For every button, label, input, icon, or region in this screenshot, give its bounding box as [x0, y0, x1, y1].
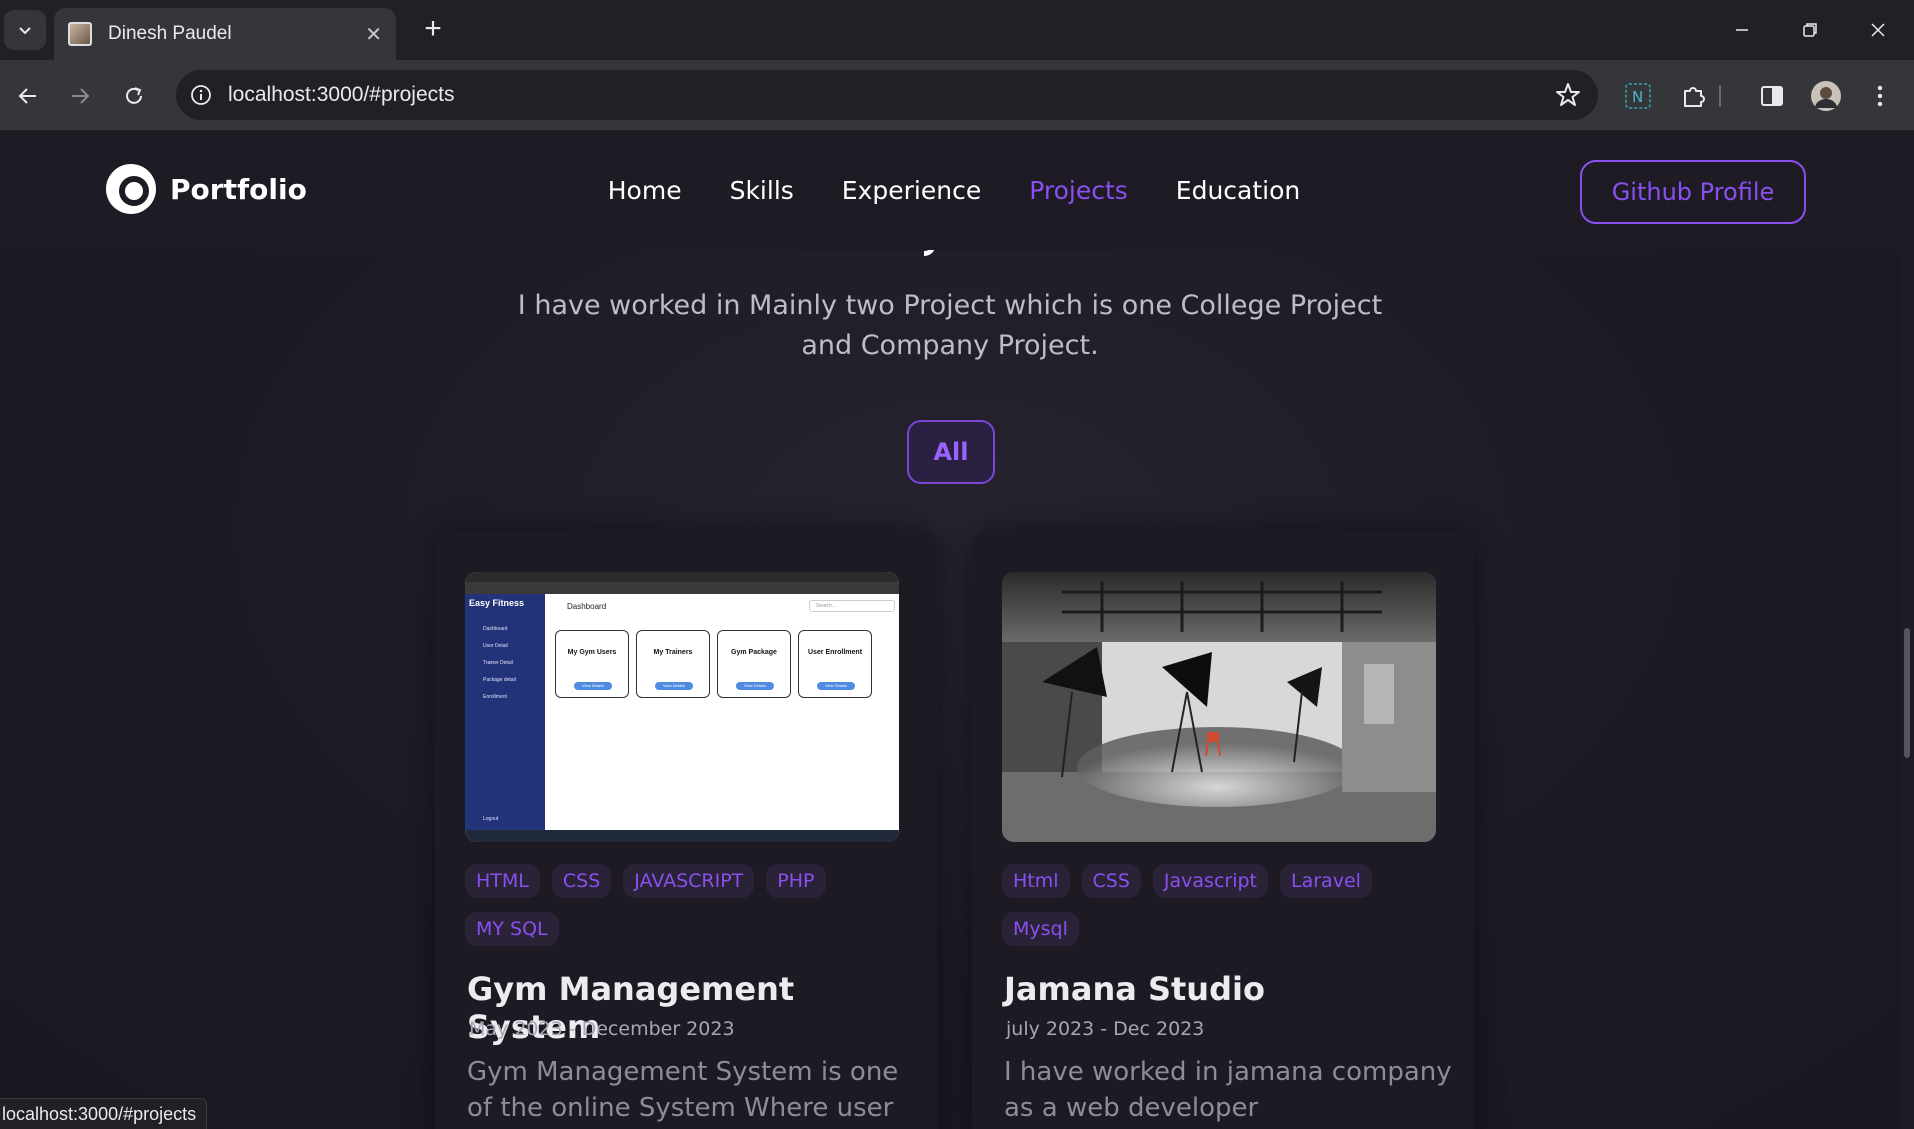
extensions-puzzle-icon[interactable]: [1676, 78, 1712, 114]
reload-icon: [126, 87, 142, 104]
mini-menu-item: User Detail: [483, 643, 508, 649]
browser-tab-active[interactable]: Dinesh Paudel ✕: [54, 8, 396, 60]
tech-tag: PHP: [766, 864, 826, 898]
project-description: Gym Management System is one of the onli…: [467, 1057, 899, 1123]
address-bar[interactable]: localhost:3000/#projects: [176, 70, 1598, 120]
project-card-gym[interactable]: Easy Fitness Dashboard User Detail Train…: [435, 530, 937, 1129]
minimize-button[interactable]: [1722, 12, 1762, 48]
tech-tag: CSS: [551, 864, 612, 898]
site-navbar: Portfolio Home Skills Experience Project…: [0, 130, 1900, 250]
bookmark-star-icon[interactable]: [1554, 81, 1582, 109]
tab-favicon-icon: [68, 22, 92, 46]
tab-close-icon[interactable]: ✕: [365, 22, 382, 46]
nav-link-home[interactable]: Home: [608, 176, 682, 205]
extension-n-icon[interactable]: N: [1620, 78, 1656, 114]
mini-menu-item: Enrollment: [483, 694, 507, 700]
address-url[interactable]: localhost:3000/#projects: [228, 83, 454, 107]
tech-tag: JAVASCRIPT: [623, 864, 755, 898]
mini-stat-box: My Trainers View Details: [636, 630, 710, 698]
side-panel-icon[interactable]: [1754, 78, 1790, 114]
browser-tab-strip: Dinesh Paudel ✕ +: [0, 0, 1914, 60]
mini-search: Search...: [809, 600, 895, 612]
project-date: May 2023 - December 2023: [469, 1018, 735, 1040]
mini-menu-item: Package detail: [483, 677, 516, 683]
tag-list: Html CSS Javascript Laravel Mysql: [1002, 864, 1442, 946]
mini-stat-box: User Enrollment View Details: [798, 630, 872, 698]
restore-icon: [1803, 23, 1817, 37]
arrow-right-icon: [72, 88, 90, 104]
page-scrollbar[interactable]: [1900, 130, 1914, 1129]
reload-button[interactable]: [114, 76, 154, 116]
mini-dashboard-title: Dashboard: [567, 602, 607, 611]
project-screenshot-gym: Easy Fitness Dashboard User Detail Train…: [465, 572, 899, 842]
arrow-left-icon: [18, 88, 36, 104]
restore-button[interactable]: [1790, 12, 1830, 48]
tag-list: HTML CSS JAVASCRIPT PHP MY SQL: [465, 864, 905, 946]
link-status-tooltip: localhost:3000/#projects: [0, 1098, 208, 1129]
github-profile-button[interactable]: Github Profile: [1580, 160, 1806, 224]
tech-tag: Javascript: [1152, 864, 1269, 898]
close-icon: [1871, 23, 1885, 37]
close-window-button[interactable]: [1858, 12, 1898, 48]
nav-link-skills[interactable]: Skills: [730, 176, 794, 205]
browser-toolbar: localhost:3000/#projects N: [0, 60, 1914, 130]
scrollbar-thumb[interactable]: [1904, 628, 1910, 758]
tab-title: Dinesh Paudel: [108, 23, 232, 44]
minimize-icon: [1736, 29, 1748, 31]
project-date: july 2023 - Dec 2023: [1006, 1018, 1205, 1040]
browser-menu-icon[interactable]: [1862, 78, 1898, 114]
mini-brand: Easy Fitness: [469, 598, 525, 608]
mini-stat-box: My Gym Users View Details: [555, 630, 629, 698]
tech-tag: Mysql: [1002, 912, 1079, 946]
nav-link-projects[interactable]: Projects: [1029, 176, 1128, 205]
mini-menu-item: Trainer Detail: [483, 660, 513, 666]
profile-avatar[interactable]: [1808, 78, 1844, 114]
projects-intro: I have worked in Mainly two Project whic…: [517, 290, 1383, 361]
project-photo-studio: [1002, 572, 1436, 842]
forward-button[interactable]: [60, 76, 100, 116]
mini-stat-box: Gym Package View Details: [717, 630, 791, 698]
tech-tag: MY SQL: [465, 912, 559, 946]
tech-tag: HTML: [465, 864, 540, 898]
svg-text:N: N: [1632, 88, 1643, 106]
site-info-icon[interactable]: [188, 82, 214, 108]
tech-tag: Html: [1002, 864, 1070, 898]
toolbar-divider: [1714, 78, 1726, 114]
nav-link-education[interactable]: Education: [1176, 176, 1300, 205]
project-card-jamana[interactable]: Html CSS Javascript Laravel Mysql Jamana…: [972, 530, 1474, 1129]
tech-tag: CSS: [1081, 864, 1141, 898]
filter-all-button[interactable]: All: [907, 420, 995, 484]
new-tab-button[interactable]: +: [416, 12, 450, 46]
project-title: Jamana Studio: [1004, 970, 1265, 1008]
nav-link-experience[interactable]: Experience: [842, 176, 981, 205]
page-viewport: Portfolio Home Skills Experience Project…: [0, 130, 1914, 1129]
tab-search-button[interactable]: [4, 10, 46, 50]
chevron-down-icon: [19, 27, 31, 35]
back-button[interactable]: [8, 76, 48, 116]
mini-logout: Logout: [483, 816, 499, 822]
project-description: I have worked in jamana company as a web…: [1004, 1057, 1452, 1123]
tech-tag: Laravel: [1280, 864, 1372, 898]
mini-menu-item: Dashboard: [483, 626, 508, 632]
